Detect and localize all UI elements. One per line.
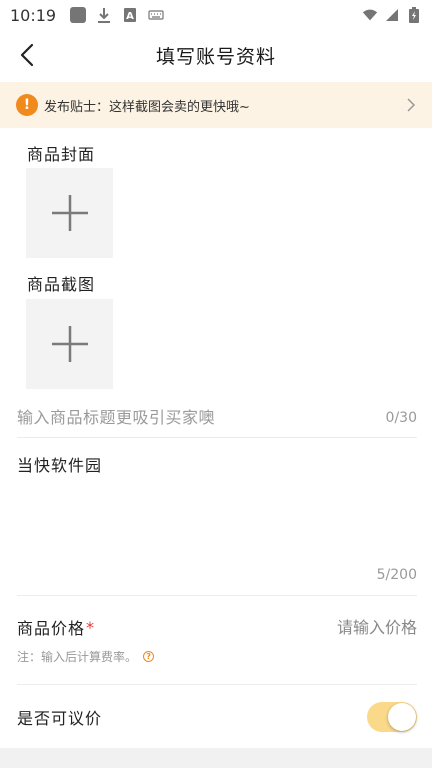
status-icons-left: A bbox=[70, 7, 164, 23]
price-note: 注：输入后计算费率。 ? bbox=[17, 646, 155, 666]
download-icon bbox=[96, 7, 112, 23]
description-text[interactable]: 当快软件园 bbox=[17, 452, 102, 476]
screenshot-label: 商品截图 bbox=[27, 275, 96, 294]
help-icon[interactable]: ? bbox=[143, 650, 155, 662]
tip-text: 发布贴士：这样截图会卖的更快哦~ bbox=[44, 99, 250, 115]
page-title: 填写账号资料 bbox=[155, 45, 276, 68]
tip-banner[interactable]: ! 发布贴士：这样截图会卖的更快哦~ bbox=[0, 82, 432, 128]
back-button[interactable] bbox=[14, 42, 40, 68]
negotiable-row: 是否可议价 bbox=[17, 700, 417, 734]
status-time: 10:19 bbox=[10, 5, 57, 25]
battery-charging-icon bbox=[406, 7, 422, 23]
cover-upload-button[interactable] bbox=[26, 168, 113, 258]
info-icon: ! bbox=[16, 94, 38, 116]
screenshot-upload-button[interactable] bbox=[26, 299, 113, 389]
wifi-icon bbox=[362, 7, 378, 23]
status-icons-right bbox=[362, 7, 422, 23]
price-input[interactable] bbox=[257, 617, 417, 637]
divider bbox=[17, 684, 417, 685]
signal-icon bbox=[384, 7, 400, 23]
description-counter: 5/200 bbox=[376, 567, 417, 583]
price-row: 商品价格 * bbox=[17, 612, 417, 642]
a-icon: A bbox=[122, 7, 138, 23]
title-counter: 0/30 bbox=[385, 409, 417, 426]
svg-text:A: A bbox=[126, 11, 134, 22]
back-arrow-icon bbox=[20, 43, 34, 67]
chevron-right-icon bbox=[404, 98, 418, 112]
status-bar: 10:19 A bbox=[0, 0, 432, 30]
toggle-knob bbox=[388, 703, 416, 731]
plus-icon bbox=[51, 326, 88, 362]
required-mark: * bbox=[86, 617, 95, 637]
title-input[interactable] bbox=[17, 408, 386, 427]
price-label: 商品价格 bbox=[17, 619, 86, 638]
cover-label: 商品封面 bbox=[27, 145, 96, 164]
plus-icon bbox=[51, 195, 88, 231]
header: 填写账号资料 bbox=[0, 30, 432, 80]
notification-square-icon bbox=[70, 7, 87, 23]
keyboard-icon bbox=[148, 7, 164, 23]
title-field: 0/30 bbox=[17, 398, 417, 438]
price-note-text: 注：输入后计算费率。 bbox=[17, 649, 138, 664]
bottom-band bbox=[0, 748, 432, 768]
description-field[interactable]: 当快软件园 5/200 bbox=[17, 450, 417, 596]
negotiable-toggle[interactable] bbox=[367, 702, 417, 732]
negotiable-label: 是否可议价 bbox=[17, 709, 103, 728]
